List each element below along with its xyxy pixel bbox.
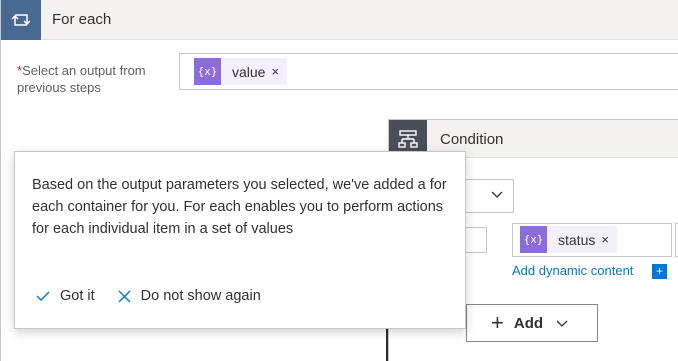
plus-icon: + bbox=[491, 310, 504, 335]
add-dynamic-content-plus-icon[interactable]: + bbox=[652, 264, 667, 279]
select-output-input[interactable]: {x} value × bbox=[179, 53, 678, 90]
value-token[interactable]: {x} value × bbox=[194, 58, 288, 85]
condition-value-input[interactable]: {x} status × bbox=[512, 223, 672, 257]
select-output-label: *Select an output from previous steps bbox=[17, 62, 177, 96]
check-icon bbox=[36, 291, 50, 301]
status-token[interactable]: {x} status × bbox=[520, 226, 617, 253]
condition-title: Condition bbox=[440, 131, 504, 148]
dynamic-content-icon: {x} bbox=[194, 58, 221, 85]
status-token-label: status bbox=[558, 231, 596, 248]
remove-token-icon[interactable]: × bbox=[601, 232, 617, 247]
do-not-show-again-label: Do not show again bbox=[140, 288, 261, 304]
got-it-button[interactable]: Got it bbox=[35, 288, 95, 304]
got-it-label: Got it bbox=[60, 288, 95, 304]
remove-token-icon[interactable]: × bbox=[271, 64, 287, 79]
foreach-title: For each bbox=[52, 11, 112, 28]
dynamic-content-icon: {x} bbox=[520, 226, 547, 253]
add-dynamic-content-link[interactable]: Add dynamic content bbox=[512, 263, 633, 278]
loop-icon bbox=[1, 0, 41, 40]
chevron-down-icon bbox=[555, 316, 569, 330]
callout-message: Based on the output parameters you selec… bbox=[32, 177, 447, 237]
foreach-info-callout: Based on the output parameters you selec… bbox=[14, 151, 466, 329]
callout-actions: Got it Do not show again bbox=[35, 288, 261, 304]
close-icon bbox=[118, 290, 131, 302]
select-output-label-text: Select an output from previous steps bbox=[17, 63, 146, 95]
add-button-label: Add bbox=[513, 314, 544, 332]
add-button[interactable]: + Add bbox=[466, 304, 598, 342]
foreach-header[interactable]: For each bbox=[1, 0, 678, 40]
value-token-label: value bbox=[232, 63, 266, 80]
chevron-down-icon bbox=[490, 187, 504, 204]
do-not-show-again-button[interactable]: Do not show again bbox=[117, 288, 261, 304]
